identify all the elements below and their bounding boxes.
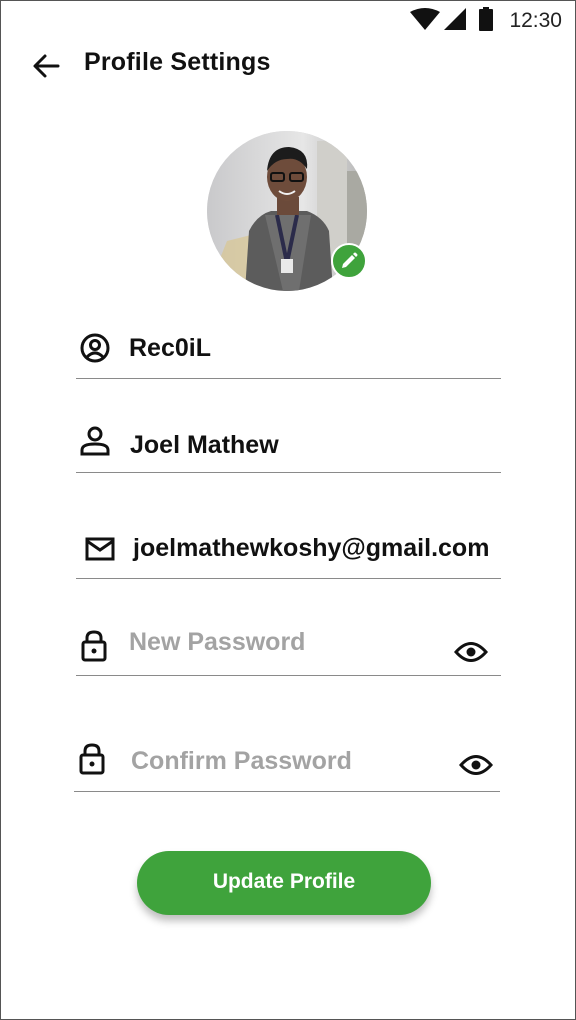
page-title: Profile Settings	[84, 48, 271, 76]
cellular-signal-icon	[444, 8, 466, 30]
lock-icon	[81, 630, 107, 662]
update-profile-button[interactable]: Update Profile	[137, 851, 431, 915]
confirm-password-input[interactable]: Confirm Password	[131, 747, 352, 776]
person-icon	[80, 426, 110, 456]
new-password-field[interactable]: New Password	[76, 618, 501, 676]
eye-icon[interactable]	[454, 641, 488, 663]
new-password-input[interactable]: New Password	[129, 628, 305, 657]
edit-photo-button[interactable]	[331, 243, 367, 279]
status-time: 12:30	[509, 9, 562, 32]
app-bar: Profile Settings	[0, 38, 576, 94]
eye-icon[interactable]	[459, 754, 493, 776]
email-value: joelmathewkoshy@gmail.com	[133, 534, 490, 562]
full-name-field[interactable]: Joel Mathew	[76, 420, 501, 473]
full-name-value: Joel Mathew	[130, 431, 279, 459]
username-value: Rec0iL	[129, 334, 211, 362]
lock-icon	[79, 743, 105, 775]
avatar-container	[207, 131, 367, 291]
confirm-password-field[interactable]: Confirm Password	[74, 735, 500, 792]
wifi-icon	[410, 8, 440, 30]
username-field[interactable]: Rec0iL	[76, 322, 501, 379]
email-field[interactable]: joelmathewkoshy@gmail.com	[76, 522, 501, 579]
arrow-back-icon[interactable]	[30, 50, 62, 82]
pencil-icon	[342, 252, 358, 268]
battery-icon	[479, 7, 493, 31]
status-bar: 12:30	[0, 0, 576, 38]
account-circle-icon	[80, 333, 110, 363]
mail-icon	[85, 537, 115, 561]
